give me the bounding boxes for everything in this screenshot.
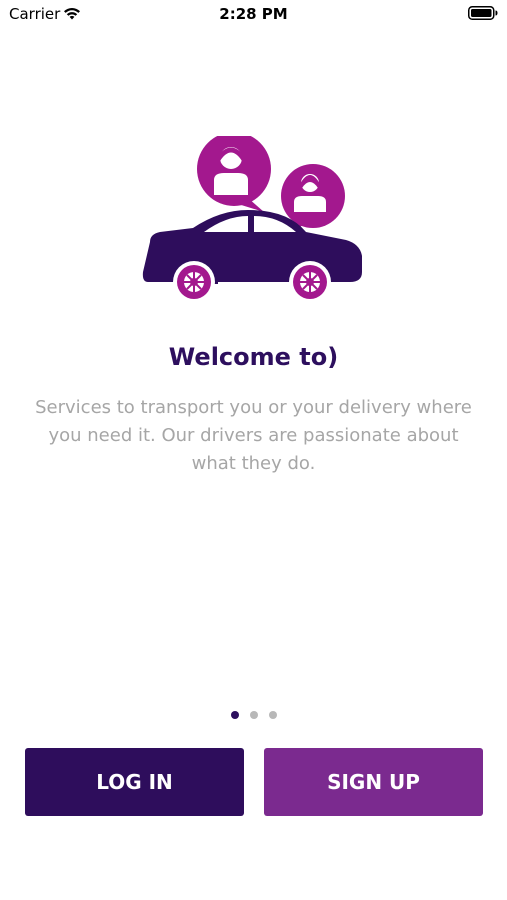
welcome-title: Welcome to)	[168, 343, 339, 371]
page-indicator[interactable]	[0, 711, 507, 719]
status-bar: Carrier 2:28 PM	[0, 0, 507, 28]
page-dot-2[interactable]	[249, 711, 258, 719]
car-with-driver-and-passenger-chat-bubbles-icon	[142, 136, 362, 303]
driver-chat-bubble-icon	[197, 136, 271, 212]
battery-icon	[468, 6, 498, 20]
car-icon	[142, 210, 362, 303]
page-dot-1[interactable]	[230, 711, 239, 719]
login-button[interactable]: LOG IN	[25, 748, 244, 816]
front-wheel-icon	[173, 261, 215, 303]
rear-wheel-icon	[289, 261, 331, 303]
welcome-description: Services to transport you or your delive…	[35, 397, 472, 474]
page-dot-3[interactable]	[268, 711, 277, 719]
status-time: 2:28 PM	[219, 5, 288, 23]
signup-button[interactable]: SIGN UP	[264, 748, 483, 816]
